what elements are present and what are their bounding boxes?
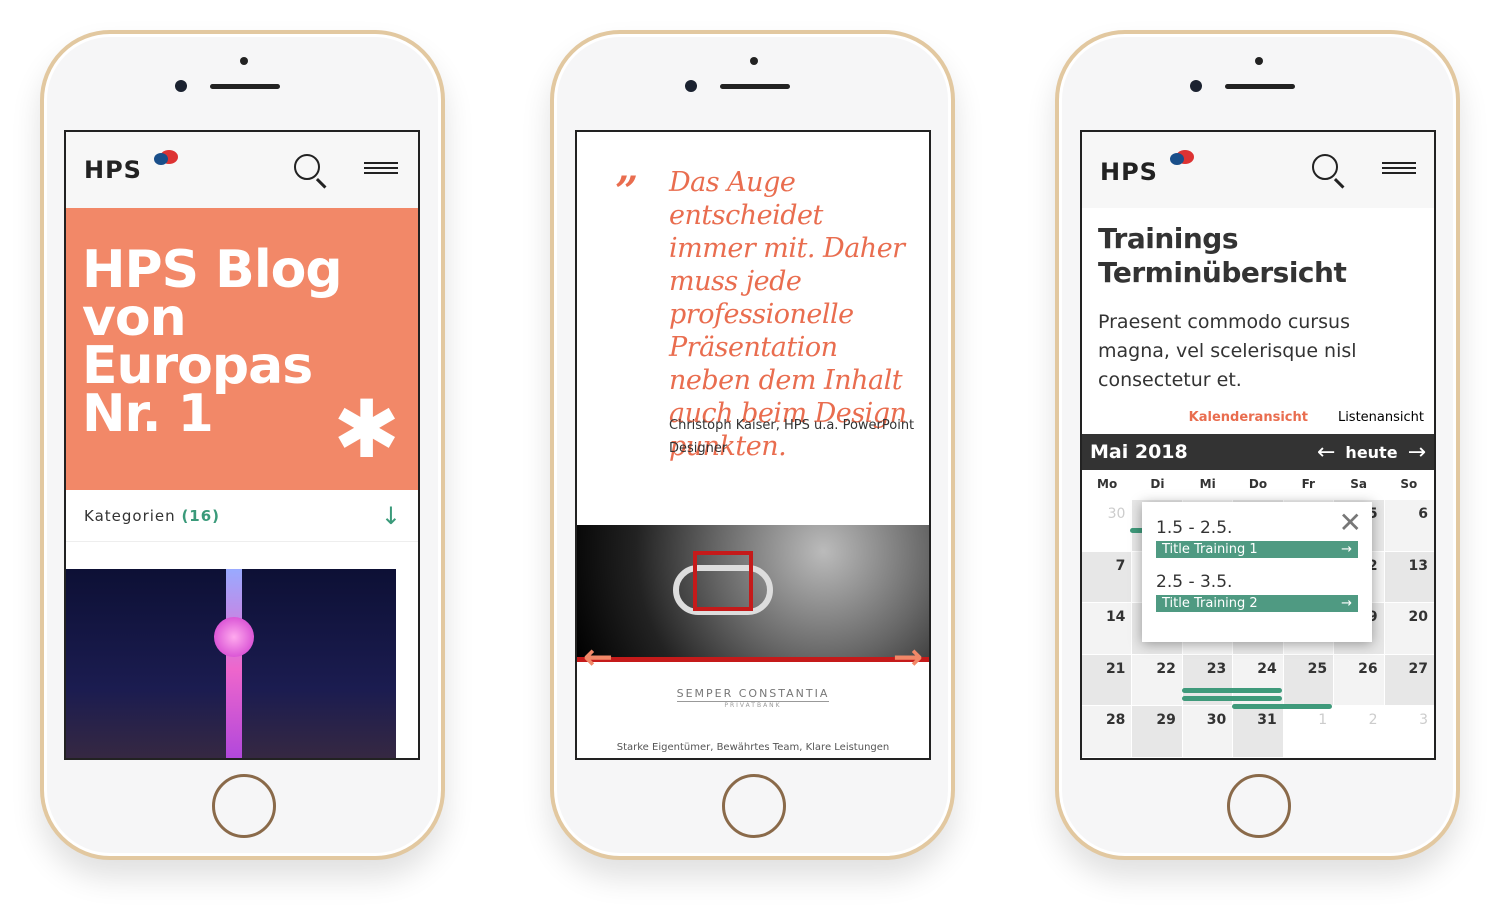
- weekday: Mo: [1097, 477, 1118, 491]
- camera: [1190, 80, 1202, 92]
- home-button[interactable]: [1227, 774, 1291, 838]
- slider-image: [577, 525, 929, 662]
- weekday-row: Mo Di Mi Do Fr Sa So: [1082, 477, 1434, 491]
- weekday: Do: [1248, 477, 1268, 491]
- calendar-day[interactable]: 6: [1384, 500, 1434, 551]
- prev-month-button[interactable]: ←: [1317, 440, 1335, 465]
- event-bar[interactable]: [1182, 688, 1282, 693]
- brand-text: SEMPER CONSTANTIA: [676, 687, 830, 702]
- tab-list[interactable]: Listenansicht: [1338, 410, 1424, 425]
- calendar-day[interactable]: 2: [1334, 706, 1384, 757]
- event-popup: ✕ 1.5 - 2.5. Title Training 1 → 2.5 - 3.5…: [1142, 502, 1372, 642]
- blog-image[interactable]: [66, 569, 396, 758]
- brand-name: SEMPER CONSTANTIA: [577, 687, 929, 702]
- logo-bubble-icon: [154, 153, 168, 165]
- calendar-day[interactable]: 30: [1082, 500, 1132, 551]
- event-title: Title Training 2: [1162, 596, 1258, 611]
- brand-sub: PRIVATBANK: [724, 702, 782, 709]
- month-label: Mai 2018: [1090, 441, 1188, 463]
- view-tabs: Kalenderansicht Listenansicht: [1189, 410, 1424, 425]
- today-button[interactable]: heute: [1345, 443, 1397, 462]
- search-icon[interactable]: [294, 154, 320, 180]
- asterisk-icon: ✱: [332, 383, 400, 476]
- calendar-day[interactable]: 27: [1384, 654, 1434, 705]
- weekday: Di: [1150, 477, 1165, 491]
- screen-blog: HPS HPS Blog von Europas Nr. 1 ✱ Kategor…: [64, 130, 420, 760]
- logo[interactable]: HPS: [1100, 158, 1158, 186]
- menu-icon[interactable]: [364, 162, 398, 174]
- weekday: So: [1400, 477, 1418, 491]
- weekday: Fr: [1301, 477, 1315, 491]
- event-link[interactable]: Title Training 1 →: [1156, 541, 1358, 558]
- page-title: Trainings Terminübersicht: [1098, 222, 1347, 289]
- calendar-day[interactable]: 22: [1132, 654, 1182, 705]
- tower-sphere: [214, 617, 254, 657]
- screen-quote: ” Das Auge entscheidet immer mit. Daher …: [575, 130, 931, 760]
- calendar-day[interactable]: 20: [1384, 603, 1434, 654]
- weekday: Mi: [1199, 477, 1216, 491]
- header: HPS: [66, 132, 418, 208]
- calendar-day[interactable]: 30: [1182, 706, 1233, 757]
- camera: [175, 80, 187, 92]
- weekday: Sa: [1350, 477, 1367, 491]
- tab-calendar[interactable]: Kalenderansicht: [1189, 410, 1308, 425]
- sensor: [750, 57, 758, 65]
- calendar-header: Mai 2018 ← heute →: [1082, 434, 1434, 470]
- calendar-day[interactable]: 31: [1233, 706, 1283, 757]
- slider-prev-button[interactable]: ←: [583, 637, 613, 678]
- arrow-down-icon: ↓: [380, 501, 402, 530]
- sensor: [240, 57, 248, 65]
- event-bar[interactable]: [1232, 704, 1332, 709]
- calendar-day[interactable]: 26: [1334, 654, 1384, 705]
- calendar-day[interactable]: 13: [1384, 551, 1434, 602]
- calendar-day[interactable]: 29: [1132, 706, 1182, 757]
- header: HPS: [1082, 132, 1434, 208]
- calendar-day[interactable]: 21: [1082, 654, 1132, 705]
- speaker: [210, 84, 280, 89]
- speaker: [720, 84, 790, 89]
- logo-bubble-icon: [1170, 153, 1184, 165]
- event-bar[interactable]: [1182, 696, 1282, 701]
- slider-next-button[interactable]: →: [893, 637, 923, 678]
- hero: HPS Blog von Europas Nr. 1 ✱: [66, 208, 418, 490]
- quote-author: Christoph Kaiser, HPS u.a. PowerPoint De…: [669, 418, 915, 456]
- home-button[interactable]: [722, 774, 786, 838]
- speaker: [1225, 84, 1295, 89]
- tagline: Starke Eigentümer, Bewährtes Team, Klare…: [616, 742, 890, 753]
- quote-mark-icon: ”: [615, 168, 639, 215]
- event-link[interactable]: Title Training 2 →: [1156, 595, 1358, 612]
- categories-count: (16): [181, 506, 221, 525]
- home-button[interactable]: [212, 774, 276, 838]
- logo[interactable]: HPS: [84, 156, 142, 184]
- calendar-day[interactable]: 25: [1283, 654, 1334, 705]
- calendar-day[interactable]: 7: [1082, 551, 1132, 602]
- categories-label: Kategorien: [84, 506, 176, 525]
- highlight-square: [693, 551, 753, 611]
- categories-toggle[interactable]: Kategorien (16) ↓: [66, 490, 418, 542]
- menu-icon[interactable]: [1382, 162, 1416, 174]
- calendar-day[interactable]: 28: [1082, 706, 1132, 757]
- search-icon[interactable]: [1312, 154, 1338, 180]
- calendar-day[interactable]: 1: [1283, 706, 1334, 757]
- sensor: [1255, 57, 1263, 65]
- arrow-right-icon: →: [1341, 596, 1352, 611]
- calendar-day[interactable]: 14: [1082, 603, 1132, 654]
- next-month-button[interactable]: →: [1408, 440, 1426, 465]
- close-icon[interactable]: ✕: [1339, 506, 1362, 539]
- calendar-day[interactable]: 3: [1384, 706, 1434, 757]
- page-description: Praesent commodo cursus magna, vel scele…: [1098, 311, 1357, 391]
- tower: [226, 569, 242, 758]
- event-dates: 2.5 - 3.5.: [1156, 572, 1233, 592]
- event-title: Title Training 1: [1162, 542, 1258, 557]
- camera: [685, 80, 697, 92]
- screen-calendar: HPS Trainings Terminübersicht Praesent c…: [1080, 130, 1436, 760]
- arrow-right-icon: →: [1341, 542, 1352, 557]
- event-dates: 1.5 - 2.5.: [1156, 518, 1233, 538]
